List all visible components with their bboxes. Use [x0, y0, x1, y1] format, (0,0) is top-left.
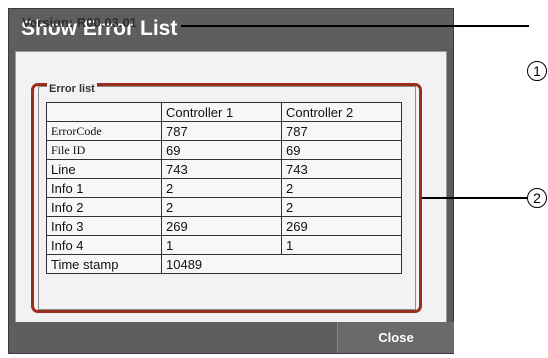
close-button[interactable]: Close [337, 322, 454, 353]
timestamp-value: 10489 [161, 254, 402, 274]
controller-2-value: 1 [281, 235, 402, 255]
controller-1-value: 2 [161, 178, 282, 198]
callout-line-1 [181, 25, 529, 27]
controller-1-value: 787 [161, 121, 282, 141]
table-header-cell [46, 102, 162, 122]
controller-2-value: 69 [281, 140, 402, 160]
table-row: Info 2 2 2 [46, 197, 402, 217]
callout-marker-1: 1 [527, 61, 547, 81]
table-row: Line 743 743 [46, 159, 402, 179]
controller-2-value: 269 [281, 216, 402, 236]
controller-2-value: 743 [281, 159, 402, 179]
table-header-cell: Controller 1 [161, 102, 282, 122]
table-row: File ID 69 69 [46, 140, 402, 160]
row-label: File ID [46, 140, 162, 160]
controller-1-value: 743 [161, 159, 282, 179]
table-row: Info 4 1 1 [46, 235, 402, 255]
row-label: Info 3 [46, 216, 162, 236]
callout-marker-2: 2 [527, 188, 547, 208]
controller-2-value: 2 [281, 197, 402, 217]
error-list-group-title: Error list [47, 83, 97, 95]
error-table: Controller 1 Controller 2 ErrorCode 787 … [46, 102, 402, 274]
controller-1-value: 269 [161, 216, 282, 236]
controller-1-value: 69 [161, 140, 282, 160]
table-header-cell: Controller 2 [281, 102, 402, 122]
controller-2-value: 787 [281, 121, 402, 141]
row-label: ErrorCode [46, 121, 162, 141]
table-row: Info 1 2 2 [46, 178, 402, 198]
controller-1-value: 2 [161, 197, 282, 217]
row-label: Time stamp [46, 254, 162, 274]
row-label: Info 2 [46, 197, 162, 217]
controller-1-value: 1 [161, 235, 282, 255]
controller-2-value: 2 [281, 178, 402, 198]
table-row-timestamp: Time stamp 10489 [46, 254, 402, 274]
table-header-row: Controller 1 Controller 2 [46, 102, 402, 122]
table-row: ErrorCode 787 787 [46, 121, 402, 141]
row-label: Info 1 [46, 178, 162, 198]
row-label: Line [46, 159, 162, 179]
callout-line-2 [422, 197, 528, 199]
version-label: Version: R00.03.01 [22, 15, 137, 30]
row-label: Info 4 [46, 235, 162, 255]
table-row: Info 3 269 269 [46, 216, 402, 236]
